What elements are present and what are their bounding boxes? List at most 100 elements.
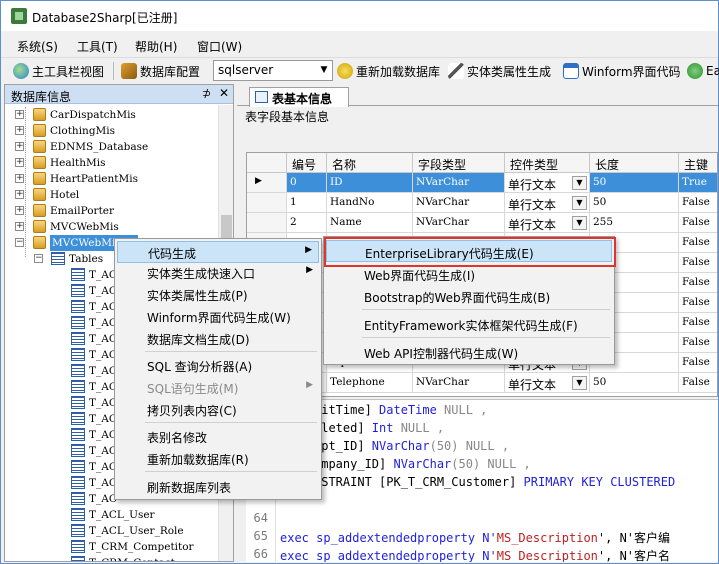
grid-cell[interactable]: 255 <box>590 213 679 233</box>
pin-icon[interactable]: ⊅ <box>202 87 211 100</box>
tree-node-table[interactable]: T_CRM_Contact <box>5 555 217 561</box>
submenu-item-label: Web API控制器代码生成(W) <box>364 347 519 361</box>
tree-node-database[interactable]: + EDNMS_Database <box>5 139 217 155</box>
db-type-select[interactable]: sqlserver ▼ <box>213 60 333 81</box>
grid-cell[interactable]: False <box>679 333 717 353</box>
chevron-down-icon[interactable]: ▼ <box>572 196 587 210</box>
table-name: T_AC <box>89 397 117 409</box>
tree-node-database[interactable]: + ClothingMis <box>5 123 217 139</box>
table-row[interactable]: ▶ 0 ID NVarChar 单行文本 ▼ 50 True <box>247 173 717 193</box>
table-row[interactable]: 1 HandNo NVarChar 单行文本 ▼ 50 False <box>247 193 717 213</box>
grid-cell[interactable]: NVarChar <box>413 373 505 393</box>
grid-cell[interactable]: False <box>679 213 717 233</box>
context-menu-item[interactable]: SQL 查询分析器(A) <box>117 355 319 377</box>
context-menu-item[interactable]: 实体类生成快速入口 ▶ <box>117 262 319 284</box>
row-header[interactable] <box>247 193 287 213</box>
grid-cell[interactable]: 0 <box>287 173 327 193</box>
grid-cell[interactable]: NVarChar <box>413 213 505 233</box>
grid-cell[interactable]: False <box>679 313 717 333</box>
grid-cell[interactable]: 1 <box>287 193 327 213</box>
grid-cell[interactable]: False <box>679 233 717 253</box>
grid-column-header[interactable]: 编号 <box>287 153 327 173</box>
chevron-down-icon[interactable]: ▼ <box>572 176 587 190</box>
expand-icon[interactable]: + <box>15 190 24 199</box>
context-menu-item[interactable]: 拷贝列表内容(C) <box>117 399 319 421</box>
grid-cell[interactable]: 50 <box>590 173 679 193</box>
database-icon <box>33 140 46 153</box>
grid-cell[interactable]: True <box>679 173 717 193</box>
tree-node-table[interactable]: T_CRM_Competitor <box>5 539 217 555</box>
submenu-item[interactable]: Web API控制器代码生成(W) <box>326 341 612 363</box>
context-menu-item[interactable]: 表别名修改 <box>117 426 319 448</box>
grid-cell[interactable]: 2 <box>287 213 327 233</box>
grid-cell[interactable]: NVarChar <box>413 173 505 193</box>
submenu-item[interactable]: EntityFramework实体框架代码生成(F) <box>326 313 612 335</box>
chevron-down-icon[interactable]: ▼ <box>572 376 587 390</box>
grid-column-header[interactable]: 主键 <box>679 153 717 173</box>
context-menu-item[interactable]: 代码生成 ▶ <box>117 241 319 263</box>
tree-node-database[interactable]: + EmailPorter <box>5 203 217 219</box>
grid-column-header[interactable]: 长度 <box>590 153 679 173</box>
collapse-icon[interactable]: − <box>15 238 24 247</box>
expand-icon[interactable]: + <box>15 142 24 151</box>
grid-column-header[interactable]: 控件类型 <box>505 153 590 173</box>
expand-icon[interactable]: + <box>15 158 24 167</box>
submenu-item[interactable]: Bootstrap的Web界面代码生成(B) <box>326 285 612 307</box>
context-menu-item[interactable]: 实体类属性生成(P) <box>117 284 319 306</box>
collapse-icon[interactable]: − <box>34 254 43 263</box>
tree-node-table[interactable]: T_ACL_User_Role <box>5 523 217 539</box>
expand-icon[interactable]: + <box>15 110 24 119</box>
grid-cell[interactable]: HandNo <box>327 193 413 213</box>
menu-window[interactable]: 窗口(W) <box>197 38 242 55</box>
expand-icon[interactable]: + <box>15 174 24 183</box>
context-menu-item[interactable]: Winform界面代码生成(W) <box>117 306 319 328</box>
grid-column-header[interactable]: 名称 <box>327 153 413 173</box>
chevron-down-icon[interactable]: ▼ <box>572 216 587 230</box>
expand-icon[interactable]: + <box>15 126 24 135</box>
grid-cell[interactable]: Name <box>327 213 413 233</box>
grid-cell[interactable]: Telephone <box>327 373 413 393</box>
expand-icon[interactable]: + <box>15 206 24 215</box>
grid-cell[interactable]: False <box>679 373 717 393</box>
tree-node-table[interactable]: T_ACL_User <box>5 507 217 523</box>
grid-column-header[interactable]: 字段类型 <box>413 153 505 173</box>
grid-cell[interactable]: NVarChar <box>413 193 505 213</box>
context-menu-item[interactable]: 数据库文档生成(D) <box>117 328 319 350</box>
database-icon <box>33 156 46 169</box>
row-header[interactable]: ▶ <box>247 173 287 193</box>
grid-cell[interactable]: False <box>679 293 717 313</box>
grid-cell[interactable]: False <box>679 193 717 213</box>
menu-tools[interactable]: 工具(T) <box>77 38 118 55</box>
tab-table-info[interactable]: 表基本信息 <box>249 87 349 107</box>
winform-gen-button[interactable]: Winform界面代码 <box>563 62 681 80</box>
tree-node-database[interactable]: + MVCWebMis <box>5 219 217 235</box>
row-header[interactable] <box>247 213 287 233</box>
grid-cell[interactable]: False <box>679 273 717 293</box>
tree-node-database[interactable]: + HealthMis <box>5 155 217 171</box>
tree-node-database[interactable]: + Hotel <box>5 187 217 203</box>
entity-gen-button[interactable]: 实体类属性生成 <box>448 62 551 80</box>
grid-cell[interactable]: 50 <box>590 373 679 393</box>
database-name: EDNMS_Database <box>50 141 149 153</box>
context-menu-item[interactable]: 重新加载数据库(R) <box>117 448 319 470</box>
submenu-item-label: EntityFramework实体框架代码生成(F) <box>364 319 578 333</box>
expand-icon[interactable]: + <box>15 222 24 231</box>
grid-cell[interactable]: False <box>679 353 717 373</box>
tree-node-database[interactable]: + CarDispatchMis <box>5 107 217 123</box>
main-toolbar-view-button[interactable]: 主工具栏视图 <box>13 62 104 80</box>
toolbar-overflow-button[interactable]: Ea <box>687 62 719 80</box>
menu-item-label: 拷贝列表内容(C) <box>147 404 237 418</box>
tree-node-database[interactable]: + HeartPatientMis <box>5 171 217 187</box>
menu-help[interactable]: 帮助(H) <box>135 38 177 55</box>
grid-cell[interactable]: 50 <box>590 193 679 213</box>
grid-cell[interactable]: False <box>679 253 717 273</box>
context-menu-item[interactable]: 刷新数据库列表 <box>117 476 319 498</box>
sql-token: NULL , <box>436 403 488 417</box>
reload-db-button[interactable]: 重新加载数据库 <box>337 62 440 80</box>
database-icon <box>33 188 46 201</box>
close-icon[interactable]: ✕ <box>219 86 229 100</box>
menu-system[interactable]: 系统(S) <box>17 38 58 55</box>
grid-cell[interactable]: ID <box>327 173 413 193</box>
table-row[interactable]: 2 Name NVarChar 单行文本 ▼ 255 False <box>247 213 717 233</box>
db-config-button[interactable]: 数据库配置 <box>121 62 200 80</box>
